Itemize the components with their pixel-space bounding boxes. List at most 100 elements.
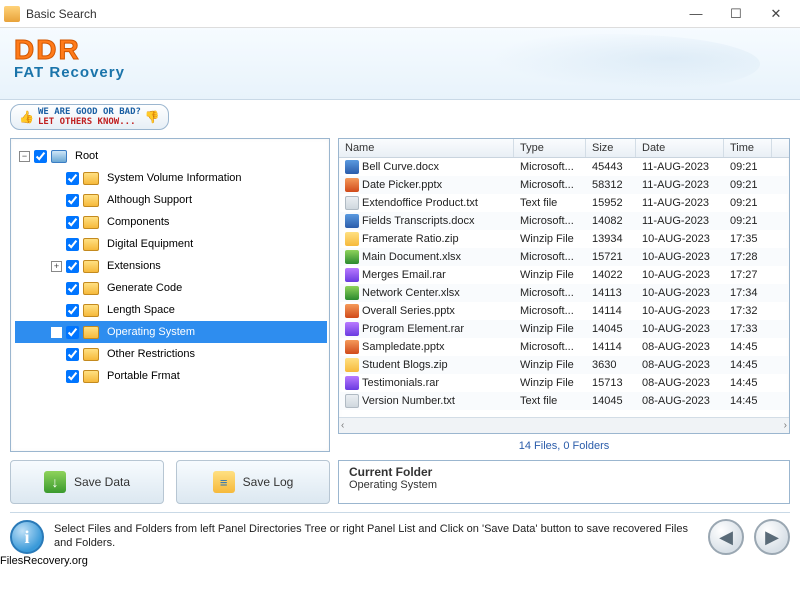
tree-root[interactable]: −Root: [15, 145, 327, 167]
save-log-button[interactable]: Save Log: [176, 460, 330, 504]
tree-item-label: Operating System: [104, 325, 198, 339]
tree-checkbox[interactable]: [66, 370, 79, 383]
prev-button[interactable]: ◀: [708, 519, 744, 555]
col-name[interactable]: Name: [339, 139, 514, 157]
tree-checkbox[interactable]: [66, 326, 79, 339]
current-folder-label: Current Folder: [349, 465, 779, 479]
tree-checkbox[interactable]: [66, 304, 79, 317]
close-button[interactable]: ✕: [756, 2, 796, 26]
col-time[interactable]: Time: [724, 139, 772, 157]
file-row[interactable]: Extendoffice Product.txtText file1595211…: [339, 194, 789, 212]
directory-tree[interactable]: −RootSystem Volume InformationAlthough S…: [10, 138, 330, 452]
save-data-icon: [44, 471, 66, 493]
expand-icon[interactable]: +: [51, 261, 62, 272]
tree-checkbox[interactable]: [66, 348, 79, 361]
file-date: 11-AUG-2023: [636, 179, 724, 191]
col-date[interactable]: Date: [636, 139, 724, 157]
tree-item[interactable]: Digital Equipment: [15, 233, 327, 255]
footer: i Select Files and Folders from left Pan…: [10, 512, 790, 555]
file-size: 3630: [586, 359, 636, 371]
file-name: Extendoffice Product.txt: [362, 197, 478, 209]
file-time: 17:35: [724, 233, 772, 245]
tree-checkbox[interactable]: [66, 216, 79, 229]
tree-item[interactable]: System Volume Information: [15, 167, 327, 189]
file-list[interactable]: Name Type Size Date Time Bell Curve.docx…: [338, 138, 790, 434]
file-size: 14114: [586, 341, 636, 353]
file-date: 10-AUG-2023: [636, 323, 724, 335]
tree-item[interactable]: Other Restrictions: [15, 343, 327, 365]
rar-file-icon: [345, 322, 359, 336]
minimize-button[interactable]: —: [676, 2, 716, 26]
file-date: 10-AUG-2023: [636, 287, 724, 299]
folder-icon: [83, 348, 99, 361]
file-type: Text file: [514, 395, 586, 407]
file-time: 09:21: [724, 197, 772, 209]
next-button[interactable]: ▶: [754, 519, 790, 555]
tree-item[interactable]: Length Space: [15, 299, 327, 321]
file-name: Bell Curve.docx: [362, 161, 439, 173]
save-log-icon: [213, 471, 235, 493]
file-row[interactable]: Date Picker.pptxMicrosoft...5831211-AUG-…: [339, 176, 789, 194]
file-date: 11-AUG-2023: [636, 215, 724, 227]
file-row[interactable]: Main Document.xlsxMicrosoft...1572110-AU…: [339, 248, 789, 266]
tree-item[interactable]: Generate Code: [15, 277, 327, 299]
file-row[interactable]: Fields Transcripts.docxMicrosoft...14082…: [339, 212, 789, 230]
col-size[interactable]: Size: [586, 139, 636, 157]
file-time: 14:45: [724, 395, 772, 407]
tree-checkbox[interactable]: [66, 194, 79, 207]
file-type: Microsoft...: [514, 161, 586, 173]
file-type: Microsoft...: [514, 179, 586, 191]
file-row[interactable]: Merges Email.rarWinzip File1402210-AUG-2…: [339, 266, 789, 284]
feedback-button[interactable]: 👍 WE ARE GOOD OR BAD? LET OTHERS KNOW...…: [10, 104, 169, 130]
file-size: 15952: [586, 197, 636, 209]
file-time: 17:28: [724, 251, 772, 263]
file-row[interactable]: Program Element.rarWinzip File1404510-AU…: [339, 320, 789, 338]
file-list-header[interactable]: Name Type Size Date Time: [339, 139, 789, 158]
file-size: 14045: [586, 395, 636, 407]
footer-message: Select Files and Folders from left Panel…: [54, 523, 698, 551]
tree-item[interactable]: Components: [15, 211, 327, 233]
file-time: 17:34: [724, 287, 772, 299]
file-time: 17:27: [724, 269, 772, 281]
save-data-button[interactable]: Save Data: [10, 460, 164, 504]
file-time: 14:45: [724, 341, 772, 353]
thumbs-down-icon: 👎: [145, 110, 160, 124]
file-date: 08-AUG-2023: [636, 341, 724, 353]
file-row[interactable]: Version Number.txtText file1404508-AUG-2…: [339, 392, 789, 410]
folder-icon: [83, 370, 99, 383]
tree-checkbox[interactable]: [66, 282, 79, 295]
maximize-button[interactable]: ☐: [716, 2, 756, 26]
save-log-label: Save Log: [243, 475, 294, 489]
txt-file-icon: [345, 196, 359, 210]
tree-item[interactable]: Although Support: [15, 189, 327, 211]
file-row[interactable]: Testimonials.rarWinzip File1571308-AUG-2…: [339, 374, 789, 392]
tree-item-label: Length Space: [104, 303, 178, 317]
drive-icon: [51, 150, 67, 163]
file-row[interactable]: Sampledate.pptxMicrosoft...1411408-AUG-2…: [339, 338, 789, 356]
file-name: Fields Transcripts.docx: [362, 215, 474, 227]
feedback-line2: LET OTHERS KNOW...: [38, 117, 136, 127]
tree-checkbox[interactable]: [34, 150, 47, 163]
tree-item[interactable]: Portable Frmat: [15, 365, 327, 387]
file-row[interactable]: Student Blogs.zipWinzip File363008-AUG-2…: [339, 356, 789, 374]
file-row[interactable]: Network Center.xlsxMicrosoft...1411310-A…: [339, 284, 789, 302]
app-icon: [4, 6, 20, 22]
tree-checkbox[interactable]: [66, 172, 79, 185]
horizontal-scrollbar[interactable]: ‹›: [339, 417, 789, 433]
file-time: 17:33: [724, 323, 772, 335]
tree-checkbox[interactable]: [66, 260, 79, 273]
file-type: Winzip File: [514, 323, 586, 335]
file-size: 15713: [586, 377, 636, 389]
collapse-icon[interactable]: −: [19, 151, 30, 162]
file-row[interactable]: Bell Curve.docxMicrosoft...4544311-AUG-2…: [339, 158, 789, 176]
tree-checkbox[interactable]: [66, 238, 79, 251]
file-date: 08-AUG-2023: [636, 359, 724, 371]
col-type[interactable]: Type: [514, 139, 586, 157]
file-row[interactable]: Framerate Ratio.zipWinzip File1393410-AU…: [339, 230, 789, 248]
file-size: 14082: [586, 215, 636, 227]
file-row[interactable]: Overall Series.pptxMicrosoft...1411410-A…: [339, 302, 789, 320]
file-name: Testimonials.rar: [362, 377, 439, 389]
folder-icon: [83, 172, 99, 185]
tree-item[interactable]: Operating System: [15, 321, 327, 343]
tree-item[interactable]: +Extensions: [15, 255, 327, 277]
